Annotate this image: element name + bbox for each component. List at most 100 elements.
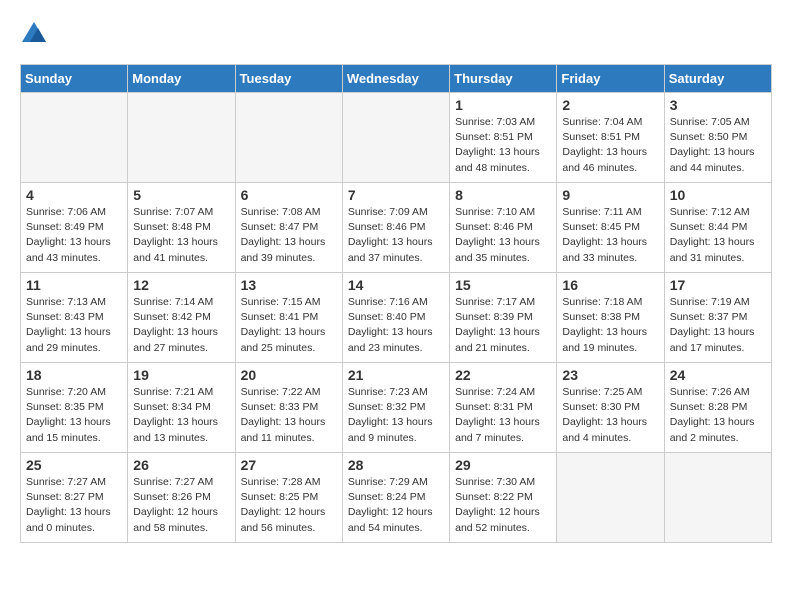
calendar-cell: 7 Sunrise: 7:09 AM Sunset: 8:46 PM Daylig…	[342, 183, 449, 273]
day-info: Sunrise: 7:27 AM Sunset: 8:26 PM Dayligh…	[133, 475, 229, 536]
calendar-week-2: 4 Sunrise: 7:06 AM Sunset: 8:49 PM Daylig…	[21, 183, 772, 273]
calendar-cell: 4 Sunrise: 7:06 AM Sunset: 8:49 PM Daylig…	[21, 183, 128, 273]
calendar-cell: 18 Sunrise: 7:20 AM Sunset: 8:35 PM Dayli…	[21, 363, 128, 453]
calendar-cell: 5 Sunrise: 7:07 AM Sunset: 8:48 PM Daylig…	[128, 183, 235, 273]
day-number: 16	[562, 277, 658, 293]
day-number: 3	[670, 97, 766, 113]
day-info: Sunrise: 7:21 AM Sunset: 8:34 PM Dayligh…	[133, 385, 229, 446]
day-number: 6	[241, 187, 337, 203]
day-info: Sunrise: 7:04 AM Sunset: 8:51 PM Dayligh…	[562, 115, 658, 176]
calendar-cell: 10 Sunrise: 7:12 AM Sunset: 8:44 PM Dayli…	[664, 183, 771, 273]
day-number: 2	[562, 97, 658, 113]
day-number: 7	[348, 187, 444, 203]
calendar-cell: 23 Sunrise: 7:25 AM Sunset: 8:30 PM Dayli…	[557, 363, 664, 453]
calendar-week-1: 1Sunrise: 7:03 AM Sunset: 8:51 PM Daylig…	[21, 93, 772, 183]
day-info: Sunrise: 7:10 AM Sunset: 8:46 PM Dayligh…	[455, 205, 551, 266]
day-info: Sunrise: 7:18 AM Sunset: 8:38 PM Dayligh…	[562, 295, 658, 356]
day-info: Sunrise: 7:07 AM Sunset: 8:48 PM Dayligh…	[133, 205, 229, 266]
day-number: 9	[562, 187, 658, 203]
calendar-cell: 19 Sunrise: 7:21 AM Sunset: 8:34 PM Dayli…	[128, 363, 235, 453]
calendar-cell: 16 Sunrise: 7:18 AM Sunset: 8:38 PM Dayli…	[557, 273, 664, 363]
calendar-cell: 29 Sunrise: 7:30 AM Sunset: 8:22 PM Dayli…	[450, 453, 557, 543]
day-number: 22	[455, 367, 551, 383]
calendar-cell	[342, 93, 449, 183]
day-info: Sunrise: 7:30 AM Sunset: 8:22 PM Dayligh…	[455, 475, 551, 536]
day-info: Sunrise: 7:24 AM Sunset: 8:31 PM Dayligh…	[455, 385, 551, 446]
calendar-table: SundayMondayTuesdayWednesdayThursdayFrid…	[20, 64, 772, 543]
day-number: 24	[670, 367, 766, 383]
day-number: 10	[670, 187, 766, 203]
day-info: Sunrise: 7:13 AM Sunset: 8:43 PM Dayligh…	[26, 295, 122, 356]
weekday-tuesday: Tuesday	[235, 65, 342, 93]
day-info: Sunrise: 7:05 AM Sunset: 8:50 PM Dayligh…	[670, 115, 766, 176]
calendar-cell	[664, 453, 771, 543]
day-info: Sunrise: 7:16 AM Sunset: 8:40 PM Dayligh…	[348, 295, 444, 356]
calendar-cell: 14Sunrise: 7:16 AM Sunset: 8:40 PM Dayli…	[342, 273, 449, 363]
day-info: Sunrise: 7:25 AM Sunset: 8:30 PM Dayligh…	[562, 385, 658, 446]
calendar-cell: 21 Sunrise: 7:23 AM Sunset: 8:32 PM Dayli…	[342, 363, 449, 453]
day-info: Sunrise: 7:26 AM Sunset: 8:28 PM Dayligh…	[670, 385, 766, 446]
weekday-saturday: Saturday	[664, 65, 771, 93]
day-info: Sunrise: 7:14 AM Sunset: 8:42 PM Dayligh…	[133, 295, 229, 356]
calendar-cell: 27Sunrise: 7:28 AM Sunset: 8:25 PM Dayli…	[235, 453, 342, 543]
calendar-cell: 6 Sunrise: 7:08 AM Sunset: 8:47 PM Daylig…	[235, 183, 342, 273]
weekday-friday: Friday	[557, 65, 664, 93]
logo-icon	[20, 20, 48, 48]
day-info: Sunrise: 7:12 AM Sunset: 8:44 PM Dayligh…	[670, 205, 766, 266]
calendar-cell: 26Sunrise: 7:27 AM Sunset: 8:26 PM Dayli…	[128, 453, 235, 543]
calendar-cell: 20 Sunrise: 7:22 AM Sunset: 8:33 PM Dayli…	[235, 363, 342, 453]
weekday-monday: Monday	[128, 65, 235, 93]
day-number: 19	[133, 367, 229, 383]
calendar-cell: 24 Sunrise: 7:26 AM Sunset: 8:28 PM Dayli…	[664, 363, 771, 453]
day-number: 17	[670, 277, 766, 293]
weekday-thursday: Thursday	[450, 65, 557, 93]
day-number: 21	[348, 367, 444, 383]
calendar-cell: 11Sunrise: 7:13 AM Sunset: 8:43 PM Dayli…	[21, 273, 128, 363]
day-info: Sunrise: 7:06 AM Sunset: 8:49 PM Dayligh…	[26, 205, 122, 266]
calendar-cell: 22 Sunrise: 7:24 AM Sunset: 8:31 PM Dayli…	[450, 363, 557, 453]
day-number: 18	[26, 367, 122, 383]
day-info: Sunrise: 7:08 AM Sunset: 8:47 PM Dayligh…	[241, 205, 337, 266]
day-info: Sunrise: 7:23 AM Sunset: 8:32 PM Dayligh…	[348, 385, 444, 446]
day-info: Sunrise: 7:17 AM Sunset: 8:39 PM Dayligh…	[455, 295, 551, 356]
calendar-week-3: 11Sunrise: 7:13 AM Sunset: 8:43 PM Dayli…	[21, 273, 772, 363]
calendar-cell: 1Sunrise: 7:03 AM Sunset: 8:51 PM Daylig…	[450, 93, 557, 183]
day-number: 28	[348, 457, 444, 473]
calendar-cell: 13 Sunrise: 7:15 AM Sunset: 8:41 PM Dayli…	[235, 273, 342, 363]
day-number: 4	[26, 187, 122, 203]
day-number: 20	[241, 367, 337, 383]
calendar-cell	[21, 93, 128, 183]
weekday-header-row: SundayMondayTuesdayWednesdayThursdayFrid…	[21, 65, 772, 93]
calendar-cell: 8Sunrise: 7:10 AM Sunset: 8:46 PM Daylig…	[450, 183, 557, 273]
day-info: Sunrise: 7:22 AM Sunset: 8:33 PM Dayligh…	[241, 385, 337, 446]
calendar-week-5: 25Sunrise: 7:27 AM Sunset: 8:27 PM Dayli…	[21, 453, 772, 543]
logo	[20, 20, 52, 48]
calendar-cell: 9 Sunrise: 7:11 AM Sunset: 8:45 PM Daylig…	[557, 183, 664, 273]
calendar-cell	[235, 93, 342, 183]
day-info: Sunrise: 7:15 AM Sunset: 8:41 PM Dayligh…	[241, 295, 337, 356]
calendar-cell: 3 Sunrise: 7:05 AM Sunset: 8:50 PM Daylig…	[664, 93, 771, 183]
day-info: Sunrise: 7:19 AM Sunset: 8:37 PM Dayligh…	[670, 295, 766, 356]
calendar-cell: 28 Sunrise: 7:29 AM Sunset: 8:24 PM Dayli…	[342, 453, 449, 543]
day-number: 5	[133, 187, 229, 203]
day-info: Sunrise: 7:28 AM Sunset: 8:25 PM Dayligh…	[241, 475, 337, 536]
day-number: 13	[241, 277, 337, 293]
calendar-cell	[557, 453, 664, 543]
day-info: Sunrise: 7:29 AM Sunset: 8:24 PM Dayligh…	[348, 475, 444, 536]
calendar-cell	[128, 93, 235, 183]
day-number: 25	[26, 457, 122, 473]
day-number: 23	[562, 367, 658, 383]
page-header	[20, 20, 772, 48]
calendar-cell: 15 Sunrise: 7:17 AM Sunset: 8:39 PM Dayli…	[450, 273, 557, 363]
day-info: Sunrise: 7:20 AM Sunset: 8:35 PM Dayligh…	[26, 385, 122, 446]
calendar-cell: 2 Sunrise: 7:04 AM Sunset: 8:51 PM Daylig…	[557, 93, 664, 183]
day-info: Sunrise: 7:11 AM Sunset: 8:45 PM Dayligh…	[562, 205, 658, 266]
day-number: 29	[455, 457, 551, 473]
day-number: 15	[455, 277, 551, 293]
day-number: 12	[133, 277, 229, 293]
calendar-cell: 17 Sunrise: 7:19 AM Sunset: 8:37 PM Dayli…	[664, 273, 771, 363]
day-info: Sunrise: 7:09 AM Sunset: 8:46 PM Dayligh…	[348, 205, 444, 266]
day-number: 1	[455, 97, 551, 113]
weekday-sunday: Sunday	[21, 65, 128, 93]
calendar-week-4: 18 Sunrise: 7:20 AM Sunset: 8:35 PM Dayli…	[21, 363, 772, 453]
